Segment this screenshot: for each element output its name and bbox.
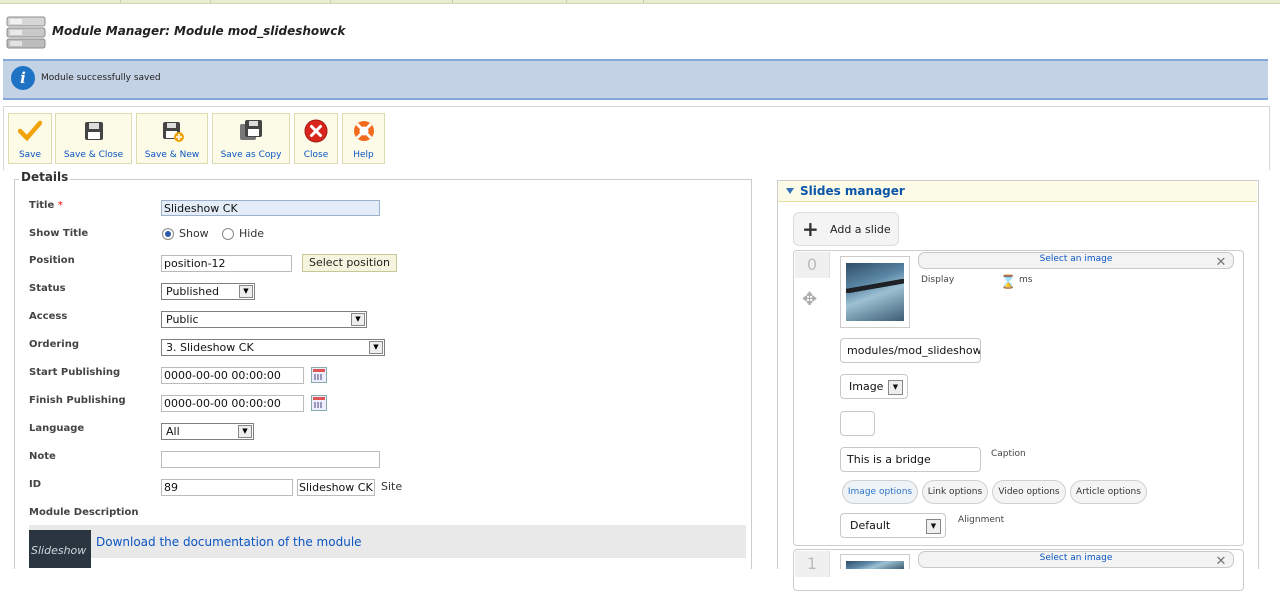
plus-icon: +: [802, 217, 819, 241]
alignment-select[interactable]: Default ▼: [840, 513, 946, 538]
start-publishing-label: Start Publishing: [29, 367, 121, 378]
id-site-label: Site: [381, 480, 403, 493]
lifebuoy-icon: [352, 119, 376, 143]
help-button[interactable]: Help: [342, 113, 385, 164]
position-input[interactable]: position-12: [161, 255, 292, 272]
top-menu-strip: [0, 0, 1280, 4]
remove-slide-icon[interactable]: ✕: [1214, 555, 1228, 569]
chevron-down-icon: ▼: [351, 313, 365, 326]
save-new-button[interactable]: Save & New: [136, 113, 208, 164]
slide-number: 1: [795, 551, 830, 577]
image-path-input[interactable]: modules/mod_slideshowck/: [840, 338, 981, 363]
caption-input[interactable]: This is a bridge: [840, 447, 981, 472]
ordering-select[interactable]: 3. Slideshow CK ▼: [161, 339, 385, 356]
slides-manager-title: Slides manager: [800, 184, 905, 198]
drag-move-icon[interactable]: ✥: [802, 289, 817, 310]
module-manager-icon: [6, 15, 46, 51]
note-label: Note: [29, 451, 56, 462]
chevron-down-icon: ▼: [239, 285, 253, 298]
id-label: ID: [29, 479, 42, 490]
show-title-hide-radio[interactable]: [222, 228, 234, 240]
language-label: Language: [29, 423, 85, 434]
save-button[interactable]: Save: [8, 113, 52, 164]
access-label: Access: [29, 311, 68, 322]
chevron-down-icon: ▼: [926, 519, 941, 534]
floppy-disk-plus-icon: [160, 119, 184, 143]
calendar-icon[interactable]: [311, 367, 327, 383]
select-image-button[interactable]: Select an image: [918, 252, 1234, 269]
documentation-link[interactable]: Download the documentation of the module: [96, 535, 362, 549]
select-position-button[interactable]: Select position: [302, 254, 398, 272]
title-label: Title *: [29, 200, 63, 211]
slide-type-select[interactable]: Image ▼: [840, 374, 908, 399]
color-input[interactable]: [840, 411, 875, 436]
page-title: Module Manager: Module mod_slideshowck: [52, 24, 346, 38]
success-message: i Module successfully saved: [3, 59, 1268, 100]
start-publishing-input[interactable]: 0000-00-00 00:00:00: [161, 367, 304, 384]
caption-label: Caption: [991, 449, 1026, 459]
message-text: Module successfully saved: [41, 73, 161, 83]
floppy-disk-icon: [82, 119, 106, 143]
tab-link-options[interactable]: Link options: [922, 480, 988, 504]
details-legend: Details: [19, 170, 71, 184]
ordering-label: Ordering: [29, 339, 80, 350]
hourglass-icon: ⌛: [1000, 275, 1017, 290]
status-label: Status: [29, 283, 66, 294]
ms-label: ms: [1019, 275, 1033, 285]
title-input[interactable]: Slideshow CK: [161, 200, 380, 216]
slide-number: 0: [795, 252, 830, 278]
slide-thumbnail[interactable]: [840, 256, 910, 328]
close-button[interactable]: Close: [294, 113, 338, 164]
alignment-label: Alignment: [958, 515, 1005, 525]
select-image-button[interactable]: Select an image: [918, 551, 1234, 568]
display-label: Display: [921, 275, 955, 285]
position-label: Position: [29, 255, 75, 266]
chevron-down-icon: ▼: [369, 341, 383, 354]
access-select[interactable]: Public ▼: [161, 311, 367, 328]
tab-image-options[interactable]: Image options: [842, 480, 918, 504]
chevron-down-icon: ▼: [888, 380, 903, 395]
module-name-readonly: Slideshow CK: [297, 479, 375, 496]
show-title-label: Show Title: [29, 228, 89, 239]
save-close-button[interactable]: Save & Close: [55, 113, 132, 164]
show-title-show-radio[interactable]: [162, 228, 174, 240]
note-input[interactable]: [161, 451, 380, 468]
language-select[interactable]: All ▼: [161, 423, 254, 440]
save-as-copy-button[interactable]: Save as Copy: [212, 113, 290, 164]
remove-slide-icon[interactable]: ✕: [1214, 256, 1228, 270]
close-icon: [304, 119, 328, 143]
floppy-copy-icon: [239, 119, 263, 143]
module-description-label: Module Description: [29, 507, 139, 518]
finish-publishing-label: Finish Publishing: [29, 395, 126, 406]
id-input: 89: [161, 479, 293, 496]
slide-thumbnail[interactable]: [840, 554, 910, 569]
finish-publishing-input[interactable]: 0000-00-00 00:00:00: [161, 395, 304, 412]
show-option-label: Show: [179, 227, 209, 240]
checkmark-icon: [17, 119, 43, 143]
hide-option-label: Hide: [239, 227, 265, 240]
add-slide-button[interactable]: + Add a slide: [793, 212, 899, 246]
info-icon: i: [11, 66, 35, 90]
tab-article-options[interactable]: Article options: [1070, 480, 1147, 504]
collapse-arrow-icon[interactable]: [786, 188, 794, 194]
slideshow-logo: Slideshow: [29, 530, 91, 568]
tab-video-options[interactable]: Video options: [992, 480, 1066, 504]
status-select[interactable]: Published ▼: [161, 283, 255, 300]
chevron-down-icon: ▼: [238, 425, 252, 438]
calendar-icon[interactable]: [311, 395, 327, 411]
